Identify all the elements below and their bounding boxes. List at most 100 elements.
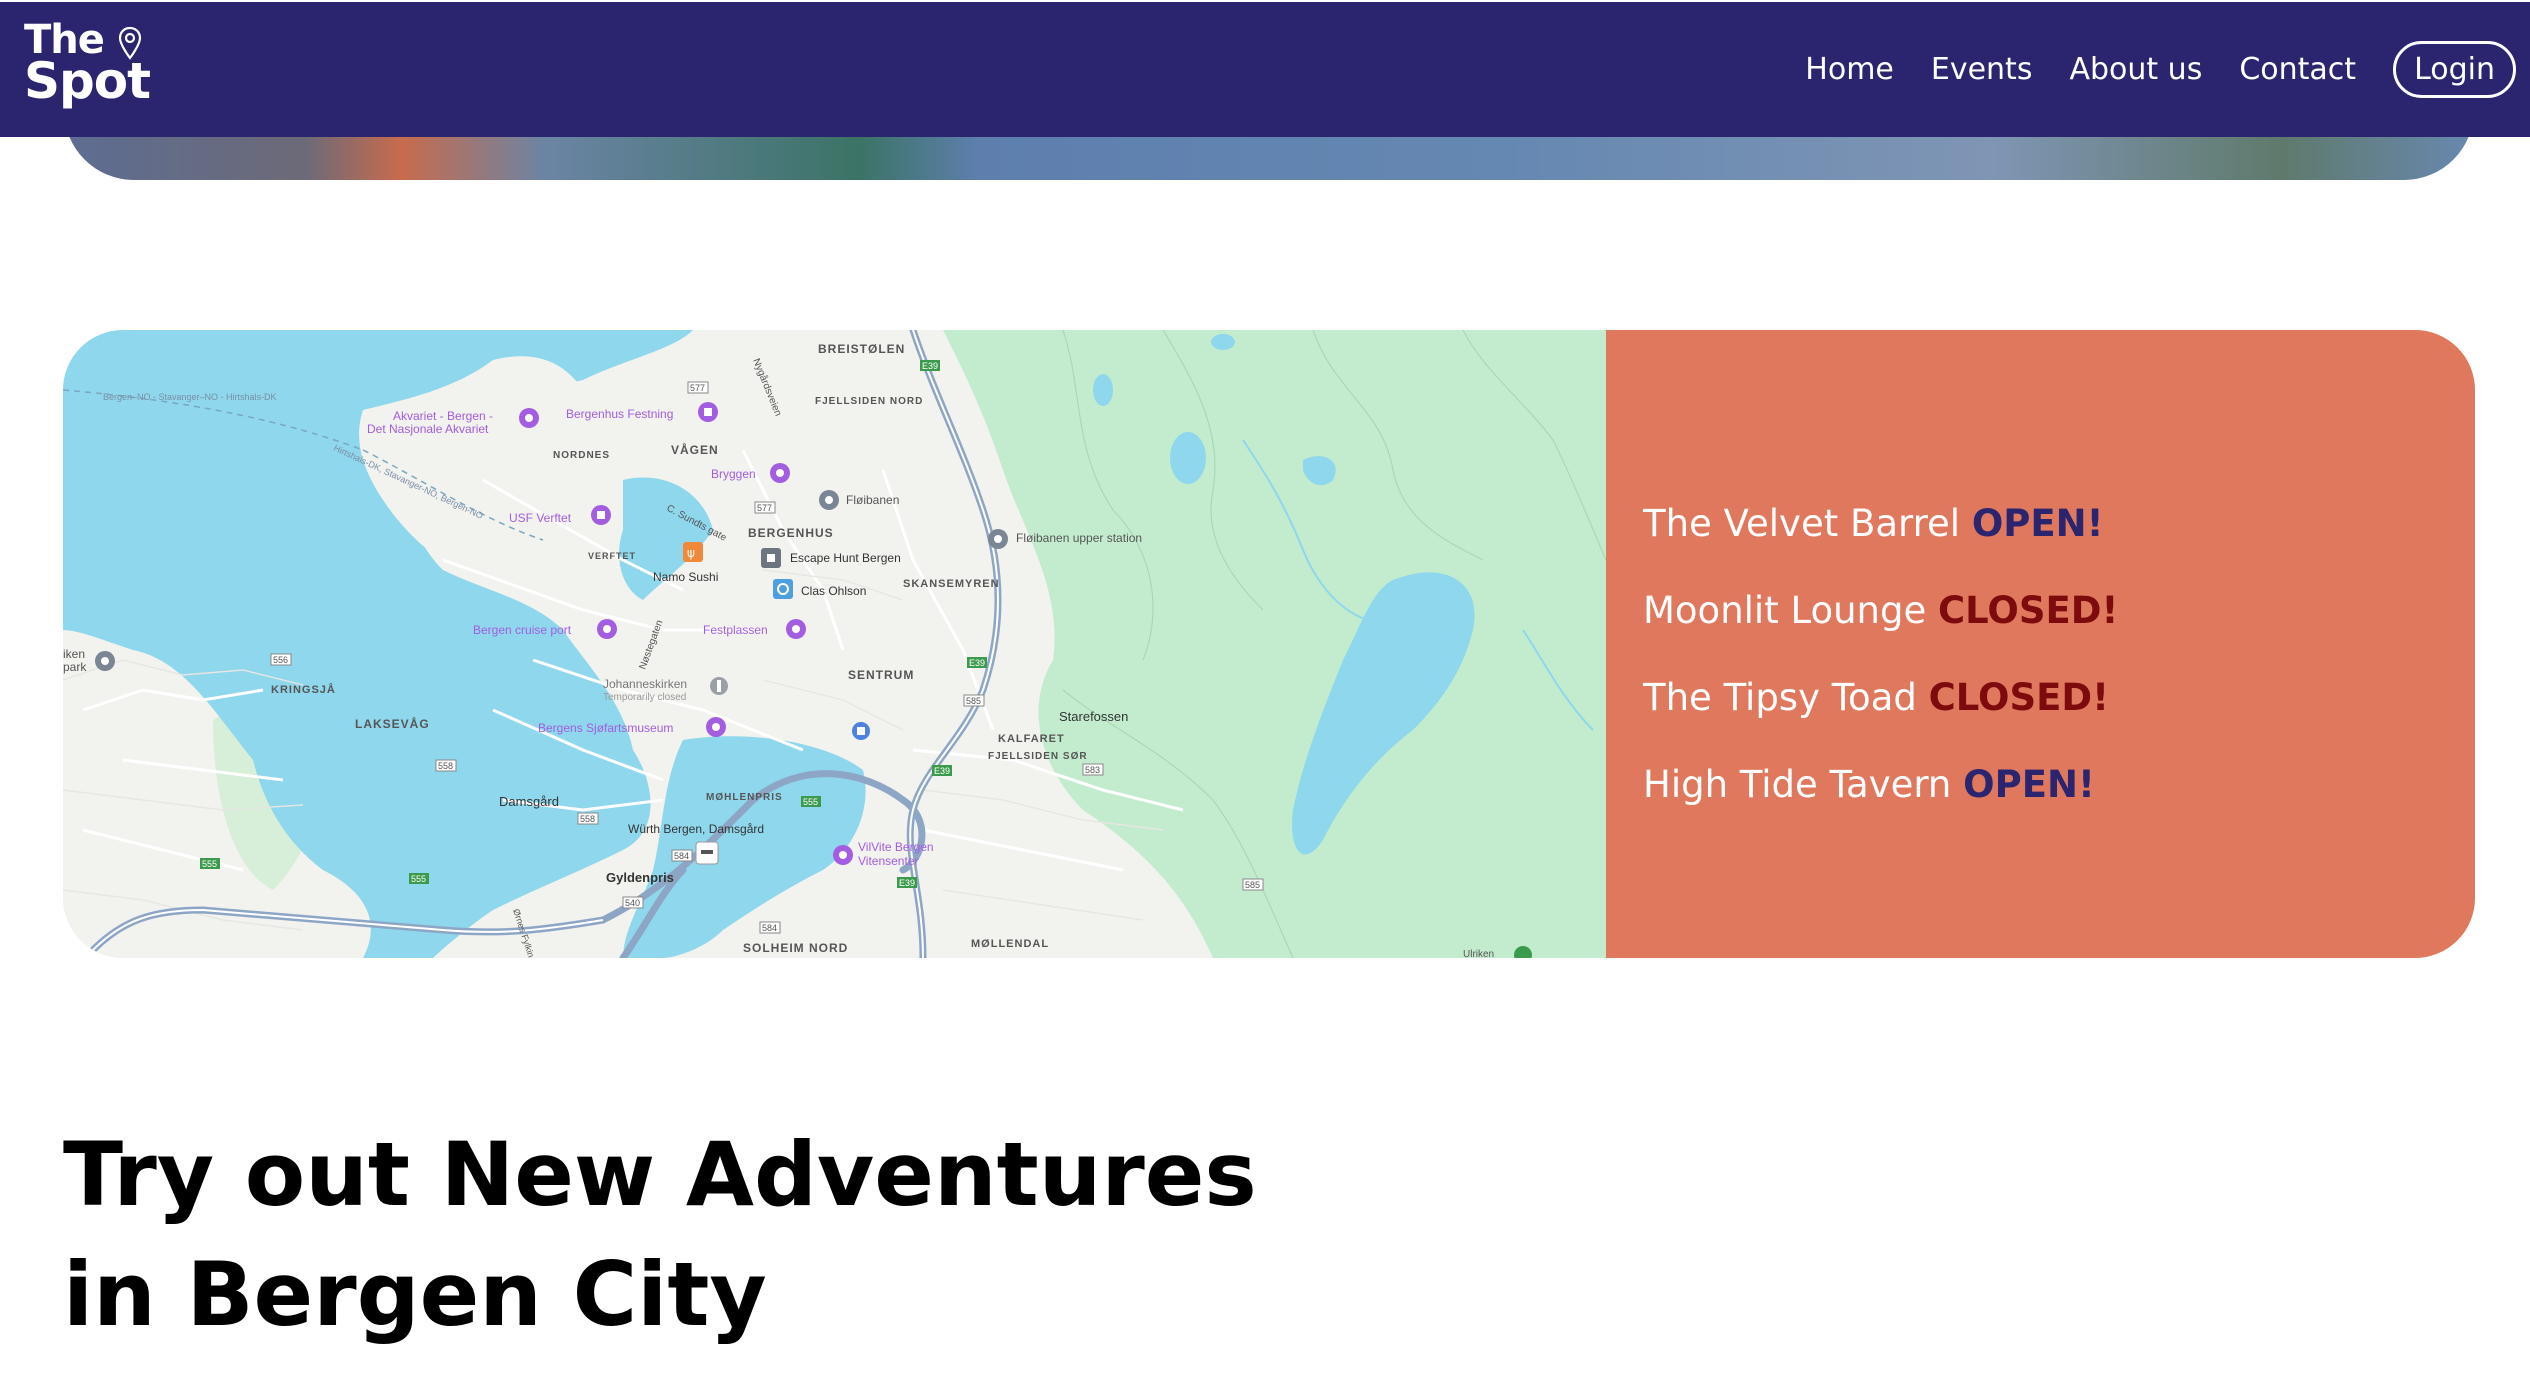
map-label-district: MØLLENDAL [971,938,1049,950]
road-shield: 577 [687,381,709,394]
svg-text:E39: E39 [969,658,985,668]
venue-row: The Tipsy Toad CLOSED! [1643,654,2118,741]
road-shield: 577 [754,501,776,514]
map-label-ferry: Bergen–NO - Stavanger–NO - Hirtshals-DK [103,392,277,402]
map-label-district: BERGENHUS [748,526,834,540]
venue-status-badge: OPEN! [1971,502,2104,545]
landmark-marker-icon[interactable] [770,463,790,483]
nav-menu: Home Events About us Contact Login [1805,2,2530,137]
map-label-poi: Fløibanen upper station [1016,531,1142,545]
road-shield: 556 [270,653,292,666]
map-label-poi: Namo Sushi [653,570,718,584]
road-shield: 583 [1082,763,1104,776]
venue-row: The Velvet Barrel OPEN! [1643,480,2118,567]
road-shield: 558 [435,759,457,772]
church-marker-icon[interactable] [710,677,728,695]
svg-text:558: 558 [438,761,453,771]
location-pin-icon [118,26,142,60]
map-label-poi: Würth Bergen, Damsgård [628,822,764,836]
map-label-district: SOLHEIM NORD [743,941,848,955]
venue-status-badge: CLOSED! [1938,589,2119,632]
svg-text:577: 577 [757,503,772,513]
map-label-district: VÅGEN [671,442,719,457]
map-label-poi: Escape Hunt Bergen [790,551,901,565]
svg-text:584: 584 [762,923,777,933]
road-shield: 585 [963,694,985,707]
map-label-district: MØHLENPRIS [706,792,783,803]
venue-status-card: BREISTØLEN FJELLSIDEN NORD NORDNES VÅGEN… [63,330,2475,958]
road-shield: 584 [671,849,693,862]
funicular-marker-icon[interactable] [819,490,839,510]
park-marker-icon[interactable] [95,651,115,671]
map-label-poi: Festplassen [703,623,768,637]
login-button[interactable]: Login [2393,41,2516,98]
escape-room-marker-icon[interactable] [761,548,781,568]
brand-line-2: Spot [24,52,151,110]
map-label-district: BREISTØLEN [818,342,905,356]
city-map[interactable]: BREISTØLEN FJELLSIDEN NORD NORDNES VÅGEN… [63,330,1606,958]
map-label-district: KALFARET [998,733,1065,745]
svg-text:E39: E39 [922,361,938,371]
station-marker-icon[interactable] [988,529,1008,549]
store-marker-icon[interactable] [695,841,719,865]
venue-name: The Tipsy Toad [1643,676,1917,719]
svg-text:584: 584 [674,851,689,861]
svg-text:540: 540 [625,898,640,908]
svg-text:ψ: ψ [687,546,695,560]
map-label-poi: Ulriken [1463,949,1494,958]
road-shield: 555 [200,858,220,869]
road-shield: E39 [932,765,952,776]
svg-text:E39: E39 [899,878,915,888]
svg-text:577: 577 [690,383,705,393]
maritime-museum-marker-icon[interactable] [706,717,726,737]
castle-marker-icon[interactable] [698,402,718,422]
cruise-port-marker-icon[interactable] [597,619,617,639]
page-heading: Try out New Adventures in Bergen City [63,1123,1257,1346]
map-label-poi: Temporarily closed [603,692,686,703]
nav-link-events[interactable]: Events [1931,52,2033,87]
festplassen-marker-icon[interactable] [786,619,806,639]
svg-text:556: 556 [273,655,288,665]
road-shield: 540 [622,896,644,909]
svg-text:E39: E39 [934,766,950,776]
road-shield: 584 [759,921,781,934]
map-label-district: KRINGSJÅ [271,683,336,696]
nav-link-contact[interactable]: Contact [2239,52,2356,87]
svg-text:555: 555 [803,797,818,807]
map-label-district: SKANSEMYREN [903,578,1000,590]
nav-link-home[interactable]: Home [1805,52,1894,87]
svg-text:555: 555 [202,859,217,869]
top-navbar: The Spot Home Events About us Contact Lo… [0,2,2530,137]
shopping-marker-icon[interactable] [852,722,870,740]
venue-status-badge: CLOSED! [1928,676,2109,719]
brand-logo[interactable]: The Spot [24,20,151,110]
map-label-poi: Johanneskirken [603,677,687,691]
nav-link-about-us[interactable]: About us [2069,52,2202,87]
road-shield: 555 [409,873,429,884]
road-shield: E39 [897,877,917,888]
svg-text:555: 555 [411,874,426,884]
map-label-poi: Clas Ohlson [801,584,866,598]
venue-name: The Velvet Barrel [1643,502,1961,545]
svg-text:583: 583 [1085,765,1100,775]
map-label-poi: Det Nasjonale Akvariet [367,422,489,436]
museum-marker-icon[interactable] [519,408,539,428]
venue-row: High Tide Tavern OPEN! [1643,741,2118,828]
map-label-district: FJELLSIDEN NORD [815,396,923,407]
road-shield: E39 [967,657,987,668]
store-marker-icon[interactable] [773,579,793,599]
map-label-district: FJELLSIDEN SØR [988,751,1088,762]
venue-marker-icon[interactable] [591,505,611,525]
map-label-district: NORDNES [553,450,610,461]
venue-row: Moonlit Lounge CLOSED! [1643,567,2118,654]
restaurant-marker-icon[interactable]: ψ [683,542,703,562]
map-label-poi: Vitensenter [858,854,919,868]
map-label-district: VERFTET [588,551,636,561]
map-label-poi: Fløibanen [846,493,899,507]
map-graphic: BREISTØLEN FJELLSIDEN NORD NORDNES VÅGEN… [63,330,1606,958]
road-shield: E39 [920,360,940,371]
venue-name: High Tide Tavern [1643,763,1952,806]
science-center-marker-icon[interactable] [833,845,853,865]
road-shield: 555 [801,796,821,807]
venue-list: The Velvet Barrel OPEN! Moonlit Lounge CL… [1643,480,2118,828]
